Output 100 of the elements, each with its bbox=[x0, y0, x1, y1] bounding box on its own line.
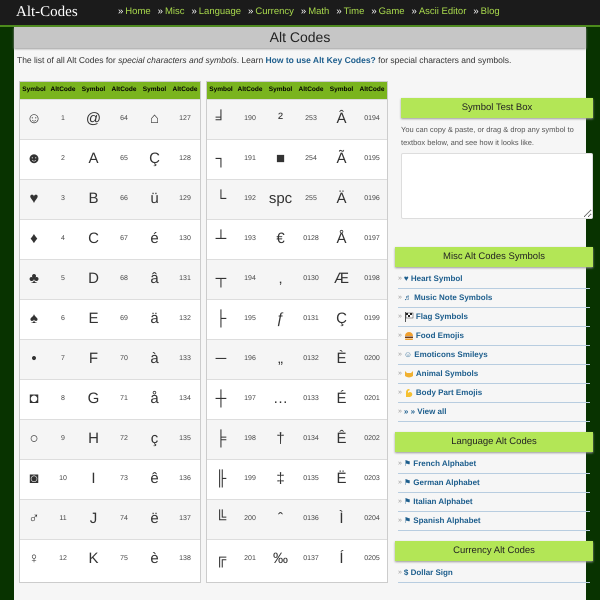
symbol-cell-text: • bbox=[30, 349, 38, 369]
symbol-cell-text: ┬ bbox=[214, 269, 228, 290]
symbol-cell-text: Â bbox=[335, 108, 348, 129]
symbol-cell-text: J bbox=[88, 509, 98, 529]
symbol-cell-text: Å bbox=[335, 228, 348, 249]
symbol-cell-text: A bbox=[87, 149, 100, 169]
symbol-cell-text: ë bbox=[149, 509, 160, 529]
symbol-cell-text: Ë bbox=[335, 469, 348, 489]
section-header: Language Alt Codes bbox=[395, 432, 593, 452]
symbol-cell-text: ╟ bbox=[214, 468, 228, 490]
sidebar-link[interactable]: ☺ Emoticons Smileys bbox=[404, 348, 488, 361]
symbol-cell-text: É bbox=[335, 389, 348, 409]
symbol-cell-text: à bbox=[149, 349, 160, 369]
nav-link[interactable]: Misc bbox=[164, 5, 184, 20]
intro-text: The list of all Alt Codes for special characters and symbols. Learn How to use Alt Key Codes? for special characters and symbols. bbox=[17, 54, 512, 67]
sidebar-link[interactable]: Food Emojis bbox=[416, 330, 464, 342]
sidebar-link[interactable]: ⚑ French Alphabet bbox=[404, 458, 476, 470]
symbol-cell-text: Ê bbox=[335, 428, 348, 449]
symbol-cell-text: @ bbox=[84, 109, 102, 129]
symbol-cell-text: è bbox=[149, 549, 160, 569]
sidebar-link[interactable]: ♥ Heart Symbol bbox=[404, 272, 462, 285]
symbol-cell-text: È bbox=[335, 349, 348, 369]
symbol-cell-text: „ bbox=[277, 349, 284, 369]
symbol-cell-text: ‡ bbox=[275, 469, 286, 489]
symbol-cell-text: spc bbox=[268, 189, 294, 209]
symbol-cell-text: ƒ bbox=[275, 309, 286, 329]
sidebar-link[interactable]: Body Part Emojis bbox=[416, 386, 482, 399]
nav-marker: » bbox=[300, 5, 306, 20]
symbol-cell-text: ♣ bbox=[28, 269, 40, 289]
symbol-cell-text: ⌂ bbox=[148, 109, 160, 129]
sidebar-link[interactable]: » » View all bbox=[404, 406, 446, 418]
page-title: Alt Codes bbox=[14, 27, 586, 48]
symbol-cell-text: Ç bbox=[148, 149, 161, 169]
symbol-cell-text: ◘ bbox=[28, 389, 40, 409]
symbol-cell-text: F bbox=[88, 349, 100, 369]
symbol-cell-text: â bbox=[149, 269, 160, 289]
sidebar-link[interactable]: ♬ Music Note Symbols bbox=[404, 292, 492, 304]
flexed-arm-icon bbox=[404, 388, 414, 398]
symbol-cell-text: ╞ bbox=[214, 428, 228, 450]
nav-link[interactable]: Currency bbox=[255, 5, 294, 20]
symbol-cell-text: Ì bbox=[338, 509, 345, 529]
symbol-cell-text: G bbox=[86, 389, 100, 409]
symbol-cell-text: ç bbox=[150, 429, 160, 449]
site-logo[interactable]: Alt-Codes bbox=[16, 1, 118, 24]
nav-marker: » bbox=[371, 5, 377, 20]
symbol-cell-text: ‰ bbox=[272, 549, 289, 569]
symbol-cell-text: ² bbox=[277, 109, 284, 129]
nav-link[interactable]: Home bbox=[125, 5, 151, 20]
nav-marker: » bbox=[191, 5, 197, 20]
section-header: Currency Alt Codes bbox=[395, 540, 593, 561]
nav-marker: » bbox=[118, 5, 124, 20]
symbol-cell-text: B bbox=[87, 189, 100, 209]
nav-link[interactable]: Language bbox=[198, 5, 242, 20]
symbol-cell-text: ‚ bbox=[278, 269, 284, 289]
symbol-cell-text: Ç bbox=[335, 309, 348, 329]
symbol-cell-text: D bbox=[87, 269, 100, 289]
sidebar-link[interactable]: ⚑ Italian Alphabet bbox=[404, 496, 473, 508]
sidebar-link[interactable]: ⚑ Spanish Alphabet bbox=[404, 514, 481, 527]
symbol-cell-text: ■ bbox=[274, 149, 286, 169]
symbol-cell-text: ♀ bbox=[27, 549, 41, 569]
symbol-cell-text: ╔ bbox=[214, 549, 228, 570]
symbol-cell-text: ♥ bbox=[28, 189, 40, 209]
symbol-cell-text: └ bbox=[214, 188, 228, 209]
symbol-cell-text: ┼ bbox=[214, 388, 228, 410]
symbol-cell-text: H bbox=[87, 429, 100, 449]
symbol-cell-text: Í bbox=[338, 549, 345, 569]
sidebar-link[interactable]: $ Dollar Sign bbox=[404, 566, 453, 579]
how-to-link[interactable]: How to use Alt Key Codes? bbox=[266, 55, 376, 65]
symbol-cell-text: Ä bbox=[335, 189, 348, 209]
symbol-cell-text: ┐ bbox=[214, 149, 228, 170]
nav-marker: » bbox=[412, 5, 417, 20]
symbol-cell-text: € bbox=[275, 229, 286, 249]
symbol-cell-text: ┴ bbox=[214, 228, 228, 249]
nav-link[interactable]: Time bbox=[344, 5, 364, 20]
symbol-cell-text: é bbox=[149, 229, 160, 249]
sidebar-link[interactable]: Flag Symbols bbox=[416, 310, 468, 323]
nav-link[interactable]: Blog bbox=[480, 5, 500, 20]
nav-link[interactable]: Game bbox=[378, 5, 405, 20]
cat-face-icon bbox=[404, 368, 414, 379]
symbol-cell-text: ☺ bbox=[25, 109, 43, 129]
sidebar-link[interactable]: Animal Symbols bbox=[416, 368, 478, 380]
nav-link[interactable]: Ascii Editor bbox=[418, 5, 466, 20]
nav-link[interactable]: Math bbox=[308, 5, 330, 20]
symbol-test-field[interactable] bbox=[401, 152, 593, 219]
symbol-cell-text: † bbox=[275, 429, 286, 449]
symbol-cell-text: ü bbox=[149, 189, 160, 209]
symbol-cell-text: ♠ bbox=[29, 309, 39, 329]
symbol-cell-text: ◙ bbox=[28, 469, 40, 489]
symbol-cell-text: ├ bbox=[214, 308, 228, 330]
nav-marker: » bbox=[473, 5, 479, 20]
nav-marker: » bbox=[336, 5, 342, 20]
symbol-cell-text: I bbox=[90, 469, 97, 489]
section-header: Misc Alt Codes Symbols bbox=[395, 246, 593, 267]
checkered-flag-icon bbox=[404, 312, 414, 322]
symbol-cell-text: Ã bbox=[335, 148, 348, 169]
symbol-cell-text: ♂ bbox=[27, 509, 41, 529]
symbol-cell-text: ╚ bbox=[214, 508, 228, 529]
section-header: Symbol Test Box bbox=[401, 98, 593, 118]
nav-marker: » bbox=[158, 5, 163, 20]
sidebar-link[interactable]: ⚑ German Alphabet bbox=[404, 476, 480, 489]
